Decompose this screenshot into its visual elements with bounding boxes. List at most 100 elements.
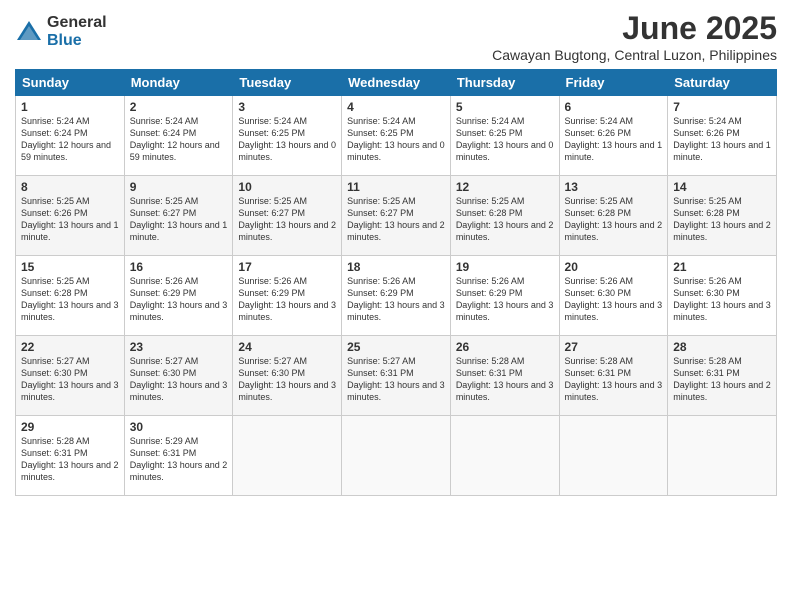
calendar-cell: 26Sunrise: 5:28 AMSunset: 6:31 PMDayligh… [450, 336, 559, 416]
day-number: 6 [565, 100, 663, 114]
calendar-cell: 27 Sunrise: 5:28 AMSunset: 6:31 PMDayligh… [559, 336, 668, 416]
calendar-cell: 15 Sunrise: 5:25 AMSunset: 6:28 PMDayligh… [16, 256, 125, 336]
day-info: Sunrise: 5:27 AMSunset: 6:30 PMDaylight:… [238, 356, 336, 402]
calendar-cell: 9 Sunrise: 5:25 AMSunset: 6:27 PMDaylight… [124, 176, 233, 256]
day-info: Sunrise: 5:27 AMSunset: 6:30 PMDaylight:… [21, 356, 119, 402]
day-number: 29 [21, 420, 119, 434]
day-number: 4 [347, 100, 445, 114]
calendar-cell: 23 Sunrise: 5:27 AMSunset: 6:30 PMDayligh… [124, 336, 233, 416]
day-info: Sunrise: 5:25 AMSunset: 6:26 PMDaylight:… [21, 196, 119, 242]
calendar-cell: 18Sunrise: 5:26 AMSunset: 6:29 PMDayligh… [342, 256, 451, 336]
day-info: Sunrise: 5:25 AMSunset: 6:28 PMDaylight:… [565, 196, 663, 242]
calendar-cell [450, 416, 559, 496]
day-info: Sunrise: 5:25 AMSunset: 6:28 PMDaylight:… [456, 196, 554, 242]
day-info: Sunrise: 5:26 AMSunset: 6:29 PMDaylight:… [456, 276, 554, 322]
calendar-cell: 29Sunrise: 5:28 AMSunset: 6:31 PMDayligh… [16, 416, 125, 496]
week-row-3: 15 Sunrise: 5:25 AMSunset: 6:28 PMDayligh… [16, 256, 777, 336]
col-tuesday: Tuesday [233, 70, 342, 96]
calendar-cell: 1Sunrise: 5:24 AMSunset: 6:24 PMDaylight… [16, 96, 125, 176]
day-number: 16 [130, 260, 228, 274]
calendar-cell: 21Sunrise: 5:26 AMSunset: 6:30 PMDayligh… [668, 256, 777, 336]
day-info: Sunrise: 5:24 AMSunset: 6:25 PMDaylight:… [347, 116, 445, 162]
day-info: Sunrise: 5:25 AMSunset: 6:27 PMDaylight:… [130, 196, 228, 242]
day-number: 15 [21, 260, 119, 274]
day-info: Sunrise: 5:24 AMSunset: 6:24 PMDaylight:… [130, 116, 220, 162]
day-info: Sunrise: 5:27 AMSunset: 6:30 PMDaylight:… [130, 356, 228, 402]
calendar-cell [233, 416, 342, 496]
day-info: Sunrise: 5:28 AMSunset: 6:31 PMDaylight:… [673, 356, 771, 402]
col-thursday: Thursday [450, 70, 559, 96]
calendar-cell [559, 416, 668, 496]
day-number: 21 [673, 260, 771, 274]
day-info: Sunrise: 5:26 AMSunset: 6:29 PMDaylight:… [130, 276, 228, 322]
col-monday: Monday [124, 70, 233, 96]
day-number: 9 [130, 180, 228, 194]
day-info: Sunrise: 5:26 AMSunset: 6:30 PMDaylight:… [565, 276, 663, 322]
calendar-cell: 14Sunrise: 5:25 AMSunset: 6:28 PMDayligh… [668, 176, 777, 256]
day-info: Sunrise: 5:25 AMSunset: 6:28 PMDaylight:… [673, 196, 771, 242]
main-title: June 2025 [492, 10, 777, 47]
day-number: 10 [238, 180, 336, 194]
col-saturday: Saturday [668, 70, 777, 96]
calendar-cell: 16 Sunrise: 5:26 AMSunset: 6:29 PMDayligh… [124, 256, 233, 336]
calendar-header-row: Sunday Monday Tuesday Wednesday Thursday… [16, 70, 777, 96]
calendar-cell: 7Sunrise: 5:24 AMSunset: 6:26 PMDaylight… [668, 96, 777, 176]
calendar-cell: 2Sunrise: 5:24 AMSunset: 6:24 PMDaylight… [124, 96, 233, 176]
calendar-cell: 28 Sunrise: 5:28 AMSunset: 6:31 PMDayligh… [668, 336, 777, 416]
day-number: 22 [21, 340, 119, 354]
day-number: 11 [347, 180, 445, 194]
day-number: 24 [238, 340, 336, 354]
day-number: 27 [565, 340, 663, 354]
week-row-1: 1 Sunrise: 5:24 AMSunset: 6:24 PMDaylight… [16, 96, 777, 176]
day-number: 5 [456, 100, 554, 114]
calendar-cell: 30Sunrise: 5:29 AMSunset: 6:31 PMDayligh… [124, 416, 233, 496]
day-number: 28 [673, 340, 771, 354]
calendar-cell: 11 Sunrise: 5:25 AMSunset: 6:27 PMDayligh… [342, 176, 451, 256]
day-number: 8 [21, 180, 119, 194]
logo-general: General [47, 14, 107, 32]
day-number: 18 [347, 260, 445, 274]
day-number: 19 [456, 260, 554, 274]
day-number: 12 [456, 180, 554, 194]
col-friday: Friday [559, 70, 668, 96]
day-number: 25 [347, 340, 445, 354]
calendar-table: Sunday Monday Tuesday Wednesday Thursday… [15, 69, 777, 496]
day-number: 30 [130, 420, 228, 434]
header: General Blue June 2025 Cawayan Bugtong, … [15, 10, 777, 63]
calendar-cell [668, 416, 777, 496]
calendar-cell: 19 Sunrise: 5:26 AMSunset: 6:29 PMDayligh… [450, 256, 559, 336]
day-number: 1 [21, 100, 119, 114]
day-number: 13 [565, 180, 663, 194]
calendar-cell: 5 Sunrise: 5:24 AMSunset: 6:25 PMDaylight… [450, 96, 559, 176]
calendar-cell: 17Sunrise: 5:26 AMSunset: 6:29 PMDayligh… [233, 256, 342, 336]
week-row-5: 29Sunrise: 5:28 AMSunset: 6:31 PMDayligh… [16, 416, 777, 496]
calendar-cell: 10 Sunrise: 5:25 AMSunset: 6:27 PMDayligh… [233, 176, 342, 256]
calendar-cell: 13 Sunrise: 5:25 AMSunset: 6:28 PMDayligh… [559, 176, 668, 256]
sub-title: Cawayan Bugtong, Central Luzon, Philippi… [492, 47, 777, 63]
logo-text: General Blue [47, 14, 107, 49]
day-info: Sunrise: 5:25 AMSunset: 6:28 PMDaylight:… [21, 276, 119, 322]
page: General Blue June 2025 Cawayan Bugtong, … [0, 0, 792, 612]
calendar-cell: 22 Sunrise: 5:27 AMSunset: 6:30 PMDayligh… [16, 336, 125, 416]
calendar-cell: 25Sunrise: 5:27 AMSunset: 6:31 PMDayligh… [342, 336, 451, 416]
logo-blue: Blue [47, 32, 107, 50]
day-info: Sunrise: 5:24 AMSunset: 6:25 PMDaylight:… [456, 116, 554, 162]
logo-icon [15, 18, 43, 46]
calendar-cell: 24 Sunrise: 5:27 AMSunset: 6:30 PMDayligh… [233, 336, 342, 416]
day-number: 7 [673, 100, 771, 114]
day-info: Sunrise: 5:25 AMSunset: 6:27 PMDaylight:… [238, 196, 336, 242]
week-row-2: 8 Sunrise: 5:25 AMSunset: 6:26 PMDaylight… [16, 176, 777, 256]
col-sunday: Sunday [16, 70, 125, 96]
calendar-cell: 8 Sunrise: 5:25 AMSunset: 6:26 PMDaylight… [16, 176, 125, 256]
day-number: 23 [130, 340, 228, 354]
week-row-4: 22 Sunrise: 5:27 AMSunset: 6:30 PMDayligh… [16, 336, 777, 416]
day-info: Sunrise: 5:26 AMSunset: 6:29 PMDaylight:… [238, 276, 336, 322]
calendar-cell: 6 Sunrise: 5:24 AMSunset: 6:26 PMDaylight… [559, 96, 668, 176]
calendar-cell: 20Sunrise: 5:26 AMSunset: 6:30 PMDayligh… [559, 256, 668, 336]
day-info: Sunrise: 5:24 AMSunset: 6:26 PMDaylight:… [565, 116, 663, 162]
day-info: Sunrise: 5:28 AMSunset: 6:31 PMDaylight:… [565, 356, 663, 402]
day-number: 3 [238, 100, 336, 114]
day-info: Sunrise: 5:28 AMSunset: 6:31 PMDaylight:… [456, 356, 554, 402]
day-info: Sunrise: 5:25 AMSunset: 6:27 PMDaylight:… [347, 196, 445, 242]
day-info: Sunrise: 5:24 AMSunset: 6:25 PMDaylight:… [238, 116, 336, 162]
